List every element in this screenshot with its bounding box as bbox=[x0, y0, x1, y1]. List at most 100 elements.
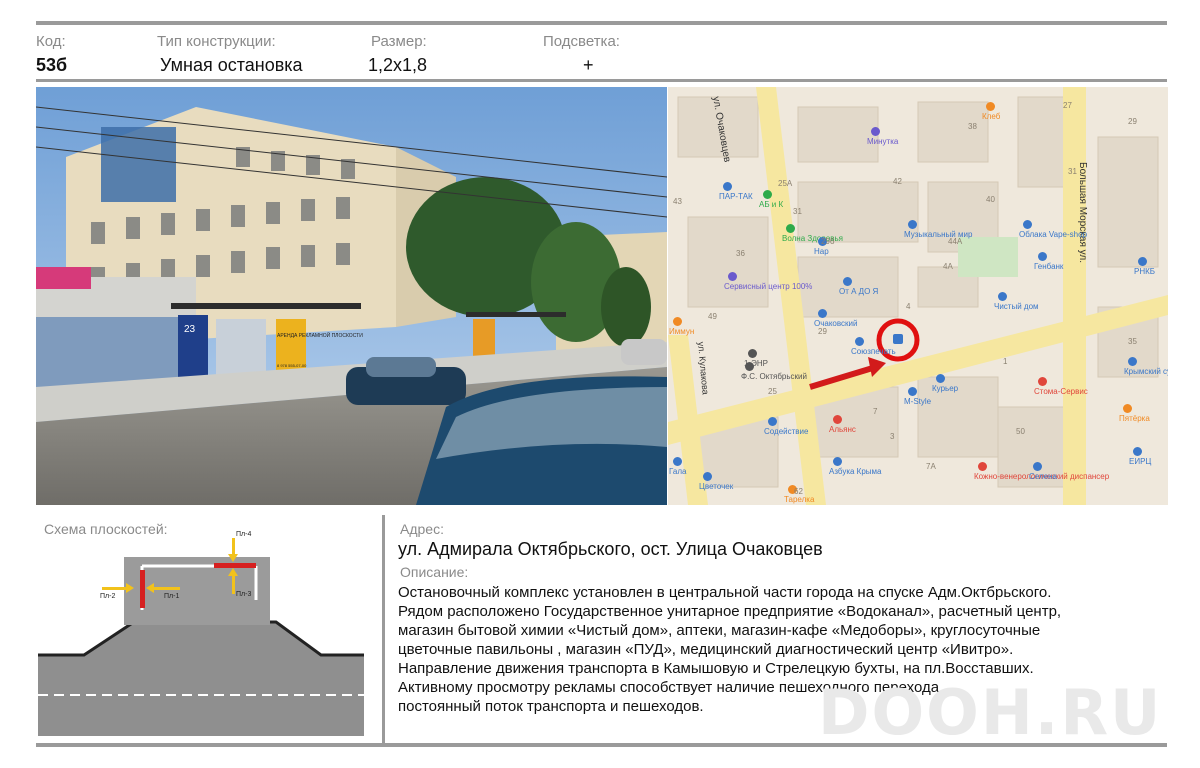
map-place-label: Альянс bbox=[829, 425, 856, 434]
map-place-pin[interactable] bbox=[998, 292, 1007, 301]
map-house-number: 62 bbox=[794, 487, 803, 496]
description-line: магазин бытовой химии «Чистый дом», апте… bbox=[398, 622, 1041, 639]
map-place-pin[interactable] bbox=[978, 462, 987, 471]
map-place-label: Содействие bbox=[764, 427, 809, 436]
map-place-label: Нар bbox=[814, 247, 829, 256]
address-label: Адрес: bbox=[400, 521, 444, 537]
header-bottom-rule bbox=[36, 79, 1167, 82]
description-line: Рядом расположено Государственное унитар… bbox=[398, 603, 1062, 620]
plane-2-label: Пл-2 bbox=[100, 593, 115, 600]
map-place-label: Генбанк bbox=[1034, 262, 1064, 271]
map-place-pin[interactable] bbox=[833, 457, 842, 466]
map-house-number: 50 bbox=[1016, 427, 1025, 436]
address-value: ул. Адмирала Октябрьского, ост. Улица Оч… bbox=[398, 539, 823, 559]
map-place-label: Ф.С. Октябрьский bbox=[741, 372, 807, 381]
map-house-number: 1 bbox=[1003, 357, 1008, 366]
map-place-pin[interactable] bbox=[723, 182, 732, 191]
map-place-pin[interactable] bbox=[728, 272, 737, 281]
map-place-label: Крымский султан bbox=[1124, 367, 1168, 376]
map-place-pin[interactable] bbox=[1133, 447, 1142, 456]
street-photo: 23 АРЕНДА РЕКЛАМНОЙ ПЛОСКОСТИ 8 978 555-… bbox=[36, 87, 667, 505]
shelter-poster: АРЕНДА РЕКЛАМНОЙ ПЛОСКОСТИ bbox=[277, 331, 363, 339]
map-place-pin[interactable] bbox=[786, 224, 795, 233]
light-label: Подсветка: bbox=[543, 33, 620, 50]
map-place-pin[interactable] bbox=[1033, 462, 1042, 471]
map-place-pin[interactable] bbox=[673, 317, 682, 326]
map-place-pin[interactable] bbox=[673, 457, 682, 466]
map-place-pin[interactable] bbox=[1123, 404, 1132, 413]
map-place-label: Чистый дом bbox=[994, 302, 1039, 311]
map-house-number: 36 bbox=[736, 249, 745, 258]
map-house-number: 42 bbox=[893, 177, 902, 186]
map-place-label: Сервисный центр 100% bbox=[724, 282, 813, 291]
map-house-number: 25 bbox=[768, 387, 777, 396]
size-value: 1,2х1,8 bbox=[368, 55, 428, 75]
map-house-number: 31 bbox=[793, 207, 802, 216]
map-place-label: ПАР-ТАК bbox=[719, 192, 753, 201]
map-place-label: Тарелка bbox=[784, 495, 815, 504]
map-place-label: РНКБ bbox=[1134, 267, 1156, 276]
map-place-label: Стома-Сервис bbox=[1034, 387, 1088, 396]
plane-scheme: Пл-2 Пл-1 Пл-3 Пл-4 bbox=[36, 520, 366, 742]
map-house-number: 29 bbox=[1128, 117, 1137, 126]
map-place-label: Иммун bbox=[669, 327, 695, 336]
map-place-pin[interactable] bbox=[843, 277, 852, 286]
map-place-label: Цветочек bbox=[699, 482, 734, 491]
map-place-pin[interactable] bbox=[768, 417, 777, 426]
map-place-pin[interactable] bbox=[908, 387, 917, 396]
shelter-number: 23 bbox=[184, 324, 196, 335]
map-house-number: 35 bbox=[1128, 337, 1137, 346]
map-place-label: Курьер bbox=[932, 384, 959, 393]
light-value: + bbox=[583, 55, 594, 75]
description-line: цветочные павильоны , магазин «ПУД», мед… bbox=[398, 641, 1014, 658]
map-house-number: 4 bbox=[906, 302, 911, 311]
map-house-number: 29б bbox=[821, 237, 835, 246]
map-place-label: Пятёрка bbox=[1119, 414, 1150, 423]
map-place-label: Облака Vape-shop bbox=[1019, 230, 1088, 239]
code-value: 53б bbox=[36, 55, 68, 75]
map-place-pin[interactable] bbox=[871, 127, 880, 136]
map-house-number: 7А bbox=[926, 462, 936, 471]
map-house-number: 43 bbox=[673, 197, 682, 206]
map-place-pin[interactable] bbox=[1128, 357, 1137, 366]
map-place-pin[interactable] bbox=[855, 337, 864, 346]
bottom-rule bbox=[36, 743, 1167, 747]
code-label: Код: bbox=[36, 33, 66, 50]
map-place-pin[interactable] bbox=[833, 415, 842, 424]
shelter-phone: 8 978 555-07-00 bbox=[277, 363, 307, 368]
map-place-pin[interactable] bbox=[748, 349, 757, 358]
map-place-pin[interactable] bbox=[1038, 377, 1047, 386]
map-place-label: От А ДО Я bbox=[839, 287, 879, 296]
map-house-number: 25А bbox=[778, 179, 793, 188]
map-place-label: АБ и К bbox=[759, 200, 784, 209]
map-place-pin[interactable] bbox=[908, 220, 917, 229]
map-place-label: Союзпечать bbox=[851, 347, 896, 356]
map-place-pin[interactable] bbox=[1023, 220, 1032, 229]
map-place-label: Клеб bbox=[982, 112, 1001, 121]
plane-1-panel bbox=[140, 570, 145, 608]
section-divider bbox=[382, 515, 385, 743]
street-label-bolshaya-morskaya: Большая Морская ул. bbox=[1077, 162, 1088, 263]
map-place-pin[interactable] bbox=[1038, 252, 1047, 261]
map-place-label: Селена bbox=[1029, 472, 1057, 481]
map-house-number: 40 bbox=[986, 195, 995, 204]
map-place-pin[interactable] bbox=[986, 102, 995, 111]
map-house-number: 38 bbox=[968, 122, 977, 131]
map-place-label: M-Style bbox=[904, 397, 932, 406]
map-place-pin[interactable] bbox=[936, 374, 945, 383]
map-house-number: 3 bbox=[890, 432, 895, 441]
location-map[interactable]: ул. Очаковцев Большая Морская ул. ул. Ку… bbox=[668, 87, 1168, 505]
plane-4-label: Пл-4 bbox=[236, 531, 251, 538]
map-house-number: 4А bbox=[943, 262, 953, 271]
description-label: Описание: bbox=[400, 564, 469, 580]
map-place-pin[interactable] bbox=[818, 309, 827, 318]
type-value: Умная остановка bbox=[160, 55, 303, 75]
map-house-number: 27 bbox=[1063, 101, 1072, 110]
map-house-number: 31 bbox=[1068, 167, 1077, 176]
map-place-pin[interactable] bbox=[745, 362, 754, 371]
map-place-pin[interactable] bbox=[703, 472, 712, 481]
watermark: DOOH.RU bbox=[818, 676, 1163, 749]
map-place-pin[interactable] bbox=[1138, 257, 1147, 266]
map-place-pin[interactable] bbox=[763, 190, 772, 199]
plane-4-panel bbox=[214, 563, 256, 568]
